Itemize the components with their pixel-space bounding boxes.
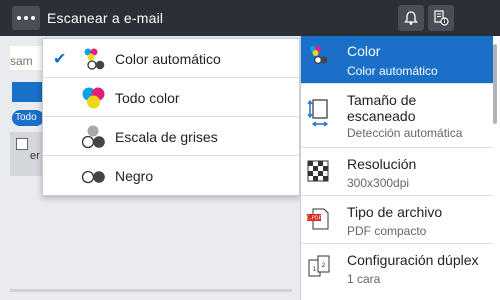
dropdown-item-full-color[interactable]: Todo color [43,78,299,117]
scan-size-icon [307,99,329,127]
color-icon [310,46,328,64]
dropdown-item-label: Negro [115,168,154,184]
dropdown-item-label: Escala de grises [115,129,218,145]
setting-title: Tamaño de escaneado [347,92,417,124]
setting-duplex[interactable]: 1 2 Configuración dúplex 1 cara [301,244,493,300]
dropdown-item-label: Color automático [115,51,221,67]
page-title: Escanear a e-mail [47,10,164,26]
duplex-icon: 1 2 [308,255,330,277]
black-icon [81,170,105,184]
dropdown-item-auto-color[interactable]: ✔ Color automático [43,39,299,78]
auto-color-icon [84,48,105,70]
setting-value: Color automático [347,64,438,78]
full-color-icon [82,87,105,109]
address-book-tab[interactable] [12,82,44,102]
setting-value: 300x300dpi [347,176,410,190]
setting-resolution[interactable]: Resolución 300x300dpi [301,148,493,196]
resolution-icon [307,160,329,182]
setting-title: Tipo de archivo [347,204,443,220]
setting-value: 1 cara [347,272,381,286]
title-bar: Escanear a e-mail [0,0,500,36]
dropdown-item-label: Todo color [115,90,180,106]
setting-file-type[interactable]: C-PDF Tipo de archivo PDF compacto [301,196,493,244]
svg-text:1: 1 [313,266,317,273]
divider [10,289,292,292]
list-item-label: er [30,150,40,162]
svg-text:C-PDF: C-PDF [307,216,322,222]
file-type-icon: C-PDF [307,208,329,230]
device-info-icon [434,10,449,26]
color-mode-dropdown[interactable]: ✔ Color automático Todo color Escala de … [42,38,300,196]
more-menu-button[interactable] [12,6,40,30]
svg-text:2: 2 [322,262,326,269]
setting-color[interactable]: Color Color automático [301,36,493,84]
dropdown-item-grayscale[interactable]: Escala de grises [43,117,299,156]
setting-scan-size[interactable]: Tamaño de escaneado Detección automática [301,84,493,148]
setting-title: Resolución [347,156,417,172]
setting-title: Configuración dúplex [347,252,479,268]
bell-icon [404,11,418,25]
settings-scrollbar[interactable] [493,44,497,124]
settings-panel: Color Color automático Tamaño de escanea… [300,36,500,300]
more-icon [17,16,35,20]
setting-value: PDF compacto [347,224,427,238]
notification-button[interactable] [398,5,424,31]
dropdown-item-black[interactable]: Negro [43,156,299,195]
check-icon: ✔ [53,51,67,68]
device-info-button[interactable] [428,5,454,31]
setting-value: Detección automática [347,126,463,140]
filter-pill-all[interactable]: Todo [12,110,44,126]
list-item[interactable]: er [10,132,46,176]
grayscale-icon [81,125,105,149]
list-item-checkbox[interactable] [16,138,28,150]
setting-title: Color [347,43,381,59]
